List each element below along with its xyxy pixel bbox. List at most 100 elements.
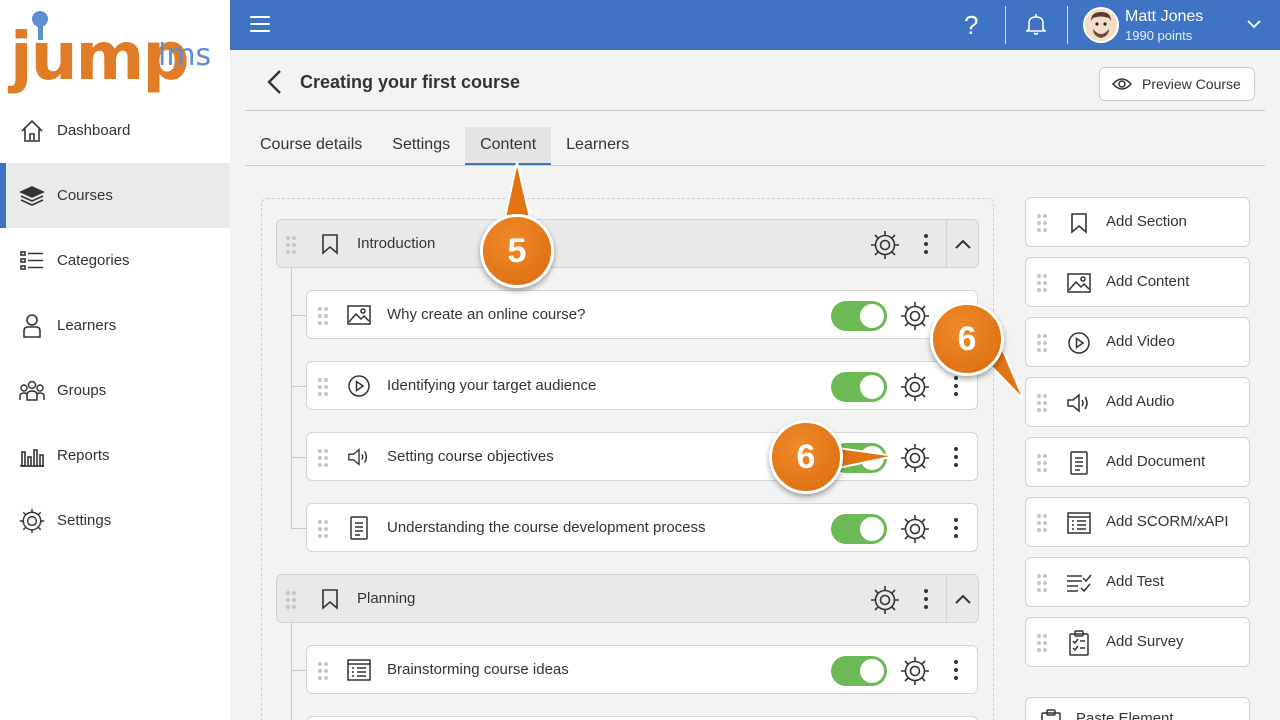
sidebar-item-courses[interactable]: Courses: [0, 163, 230, 228]
add-section-button[interactable]: Add Section: [1025, 197, 1250, 247]
chevron-down-icon[interactable]: [1245, 15, 1263, 38]
more-options-icon[interactable]: [950, 376, 962, 398]
sidebar-item-label: Dashboard: [57, 122, 131, 139]
user-points: 1990 points: [1125, 28, 1193, 43]
gear-icon[interactable]: [899, 655, 931, 687]
gear-icon: [18, 507, 46, 535]
add-document-button[interactable]: Add Document: [1025, 437, 1250, 487]
tab-course-details[interactable]: Course details: [245, 127, 377, 166]
drag-handle-icon[interactable]: [318, 520, 328, 538]
more-options-icon[interactable]: [920, 234, 932, 256]
image-icon: [1066, 270, 1092, 296]
tab-learners[interactable]: Learners: [551, 127, 644, 166]
more-options-icon[interactable]: [950, 660, 962, 682]
notification-bell-icon[interactable]: [1025, 13, 1047, 40]
jumplms-logo[interactable]: jump lms: [10, 8, 225, 103]
add-video-button[interactable]: Add Video: [1025, 317, 1250, 367]
drag-handle-icon[interactable]: [318, 449, 328, 467]
collapse-chevron-icon[interactable]: [946, 220, 978, 267]
drag-handle-icon[interactable]: [1037, 454, 1047, 472]
content-item-row[interactable]: Setting course objectives: [306, 432, 978, 481]
drag-handle-icon[interactable]: [1037, 214, 1047, 232]
sidebar-item-label: Courses: [57, 187, 113, 204]
drag-handle-icon[interactable]: [318, 662, 328, 680]
drag-handle-icon[interactable]: [286, 591, 296, 609]
preview-course-label: Preview Course: [1142, 76, 1241, 92]
tab-settings[interactable]: Settings: [377, 127, 465, 166]
gear-icon[interactable]: [899, 300, 931, 332]
list-icon: [18, 247, 46, 275]
preview-course-button[interactable]: Preview Course: [1099, 67, 1255, 101]
content-item-row[interactable]: Identifying your target audience: [306, 361, 978, 410]
home-icon: [18, 117, 46, 145]
visibility-toggle[interactable]: [831, 301, 887, 331]
content-item-row[interactable]: [306, 716, 978, 720]
sidebar-nav: Dashboard Courses Categories Learners Gr…: [0, 98, 230, 553]
content-item-label: Setting course objectives: [387, 448, 554, 465]
sidebar-item-categories[interactable]: Categories: [0, 228, 230, 293]
sidebar-item-label: Categories: [57, 252, 130, 269]
section-title: Introduction: [357, 235, 436, 252]
visibility-toggle[interactable]: [831, 372, 887, 402]
sidebar-item-groups[interactable]: Groups: [0, 358, 230, 423]
content-item-row[interactable]: Why create an online course?: [306, 290, 978, 339]
sidebar-item-reports[interactable]: Reports: [0, 423, 230, 488]
bookmark-icon: [318, 232, 342, 256]
collapse-chevron-icon[interactable]: [946, 575, 978, 622]
add-button-label: Add Document: [1106, 453, 1206, 470]
add-content-button[interactable]: Add Content: [1025, 257, 1250, 307]
play-icon: [1066, 330, 1092, 356]
tree-line: [291, 670, 306, 671]
paste-icon: [1038, 706, 1064, 720]
content-item-label: Understanding the course development pro…: [387, 519, 706, 536]
more-options-icon[interactable]: [920, 589, 932, 611]
section-row[interactable]: Introduction: [276, 219, 979, 268]
paste-element-button[interactable]: Paste Element: [1025, 697, 1250, 720]
add-test-button[interactable]: Add Test: [1025, 557, 1250, 607]
sidebar-item-settings[interactable]: Settings: [0, 488, 230, 553]
sidebar-item-label: Settings: [57, 512, 112, 529]
tree-line: [291, 623, 292, 720]
gear-icon[interactable]: [869, 584, 901, 616]
drag-handle-icon[interactable]: [1037, 574, 1047, 592]
tree-line: [291, 528, 306, 529]
sidebar-item-learners[interactable]: Learners: [0, 293, 230, 358]
tab-content[interactable]: Content: [465, 127, 552, 166]
back-arrow-icon[interactable]: [264, 68, 286, 96]
visibility-toggle[interactable]: [831, 514, 887, 544]
add-audio-button[interactable]: Add Audio: [1025, 377, 1250, 427]
content-item-row[interactable]: Brainstorming course ideas: [306, 645, 978, 694]
document-icon: [1066, 450, 1092, 476]
more-options-icon[interactable]: [950, 518, 962, 540]
sidebar-item-dashboard[interactable]: Dashboard: [0, 98, 230, 163]
content-item-row[interactable]: Understanding the course development pro…: [306, 503, 978, 552]
drag-handle-icon[interactable]: [1037, 514, 1047, 532]
content-item-label: Why create an online course?: [387, 306, 586, 323]
add-button-label: Add Survey: [1106, 633, 1184, 650]
course-tabs: Course details Settings Content Learners: [245, 127, 644, 166]
top-bar: ? Matt Jones 1990 points: [230, 0, 1280, 50]
content-item-label: Brainstorming course ideas: [387, 661, 569, 678]
drag-handle-icon[interactable]: [1037, 634, 1047, 652]
more-options-icon[interactable]: [950, 447, 962, 469]
hamburger-menu-icon[interactable]: [250, 16, 270, 34]
drag-handle-icon[interactable]: [1037, 274, 1047, 292]
gear-icon[interactable]: [899, 371, 931, 403]
add-scorm-button[interactable]: Add SCORM/xAPI: [1025, 497, 1250, 547]
avatar[interactable]: [1083, 7, 1119, 43]
gear-icon[interactable]: [899, 442, 931, 474]
gear-icon[interactable]: [899, 513, 931, 545]
sidebar-item-label: Reports: [57, 447, 110, 464]
drag-handle-icon[interactable]: [318, 307, 328, 325]
drag-handle-icon[interactable]: [318, 378, 328, 396]
section-row[interactable]: Planning: [276, 574, 979, 623]
add-survey-button[interactable]: Add Survey: [1025, 617, 1250, 667]
user-name[interactable]: Matt Jones: [1125, 8, 1203, 26]
drag-handle-icon[interactable]: [1037, 394, 1047, 412]
visibility-toggle[interactable]: [831, 656, 887, 686]
drag-handle-icon[interactable]: [1037, 334, 1047, 352]
gear-icon[interactable]: [869, 229, 901, 261]
help-icon[interactable]: ?: [964, 10, 978, 41]
drag-handle-icon[interactable]: [286, 236, 296, 254]
person-icon: [18, 312, 46, 340]
